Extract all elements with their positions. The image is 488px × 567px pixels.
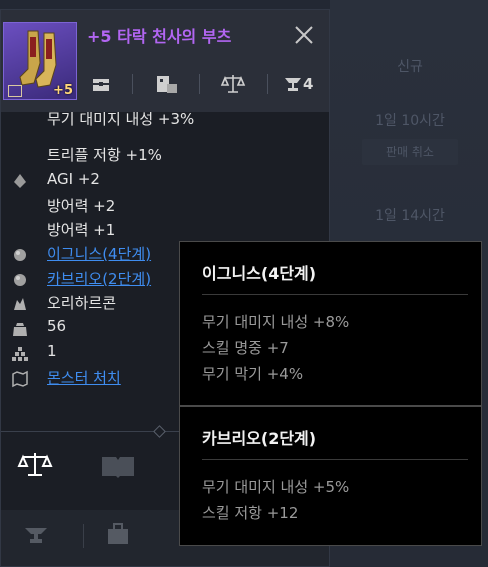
stat-line: 방어력 +1 [47,221,116,239]
set-link-cabrio[interactable]: 카브리오(2단계) [47,268,151,289]
set-gem-icon [14,274,26,286]
market-header [150,0,330,8]
anvil-action-icon[interactable] [23,523,49,547]
chest-icon [93,79,109,91]
stack-icon [12,347,28,361]
material-value: 오리하르콘 [47,294,117,312]
enhance-level: +5 [53,83,73,98]
anvil-count: 4 [303,75,314,93]
book-tab-icon[interactable] [99,452,137,480]
scale-tab-icon[interactable] [17,450,53,480]
market-status-new: 신규 [397,59,423,75]
set-effect-line: 무기 막기 +4% [202,365,304,383]
anvil-icon [285,78,301,91]
separator [132,74,133,94]
market-time-remaining: 1일 14시간 [375,208,445,224]
chest-action-icon[interactable] [105,521,131,547]
set-effect-line: 스킬 저항 +12 [202,504,299,522]
stat-line: 방어력 +2 [47,197,116,215]
cancel-sale-button[interactable]: 판매 취소 [362,139,458,165]
set-effect-line: 스킬 명중 +7 [202,339,289,357]
stat-line: AGI +2 [47,170,100,188]
separator [199,74,200,94]
set-effect-line: 무기 대미지 내성 +5% [202,478,350,496]
material-icon [14,298,26,310]
set-tooltip-ignis: 이그니스(4단계) 무기 대미지 내성 +8% 스킬 명중 +7 무기 막기 +… [179,241,482,406]
scale-icon [220,75,246,93]
stat-line: 무기 대미지 내성 +3% [47,112,195,128]
item-property-icons: 4 [87,72,327,98]
close-icon[interactable] [293,24,315,46]
map-icon [12,370,28,388]
set-effect-line: 무기 대미지 내성 +8% [202,313,350,331]
weight-icon [13,323,27,336]
separator [83,524,84,548]
divider [202,294,468,295]
acquisition-source-link[interactable]: 몬스터 처치 [47,367,121,388]
stack-count: 1 [47,342,57,360]
stat-line: 트리플 저항 +1% [47,146,162,164]
set-gem-icon [14,249,26,261]
item-header: +5 +5 타락 천사의 부츠 4 [1,10,329,112]
storage-house-icon [157,76,177,93]
market-time-remaining: 1일 10시간 [375,113,445,129]
set-tooltip-title: 카브리오(2단계) [202,429,317,448]
divider [202,459,468,460]
bound-lock-icon [8,85,22,97]
set-tooltip-cabrio: 카브리오(2단계) 무기 대미지 내성 +5% 스킬 저항 +12 [179,406,482,546]
stat-drop-icon [14,174,26,188]
divider-ornament [153,425,166,438]
item-portrait: +5 [3,22,77,100]
set-link-ignis[interactable]: 이그니스(4단계) [47,243,151,264]
separator [267,74,268,94]
item-name: +5 타락 천사의 부츠 [87,27,232,46]
set-tooltip-title: 이그니스(4단계) [202,264,317,283]
weight-value: 56 [47,317,67,335]
